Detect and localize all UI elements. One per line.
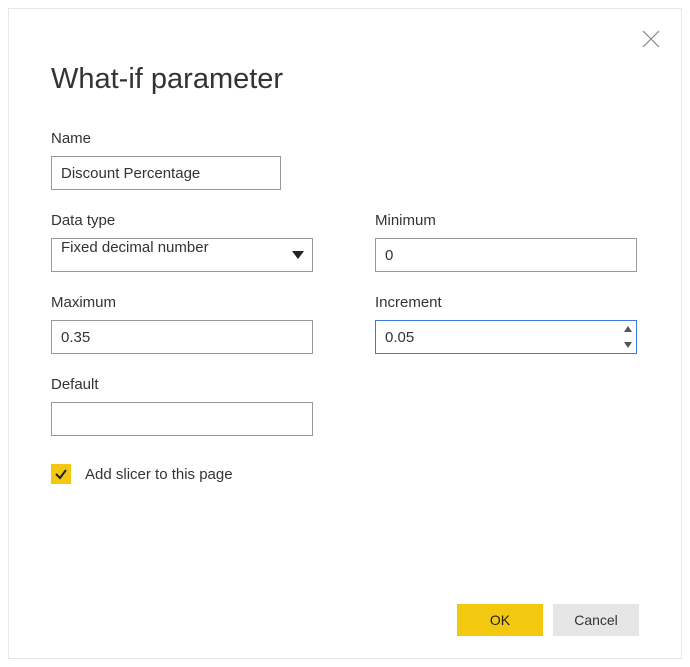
check-icon — [54, 467, 68, 481]
name-field: Name — [51, 130, 313, 190]
default-input[interactable] — [51, 402, 313, 436]
datatype-label: Data type — [51, 212, 313, 229]
maximum-label: Maximum — [51, 294, 313, 311]
increment-label: Increment — [375, 294, 637, 311]
default-label: Default — [51, 376, 313, 393]
name-input[interactable] — [51, 156, 281, 190]
datatype-select[interactable]: Fixed decimal number — [51, 238, 313, 272]
ok-button[interactable]: OK — [457, 604, 543, 636]
add-slicer-checkbox[interactable] — [51, 464, 71, 484]
datatype-field: Data type Fixed decimal number — [51, 212, 313, 272]
dialog-title: What-if parameter — [51, 63, 639, 96]
close-icon — [642, 30, 660, 48]
maximum-input[interactable] — [51, 320, 313, 354]
add-slicer-row: Add slicer to this page — [51, 464, 637, 484]
increment-field: Increment — [375, 294, 637, 354]
cancel-button[interactable]: Cancel — [553, 604, 639, 636]
whatif-parameter-dialog: What-if parameter Name Data type Fixed d… — [8, 8, 682, 659]
close-button[interactable] — [639, 27, 663, 51]
minimum-input[interactable] — [375, 238, 637, 272]
increment-input[interactable] — [375, 320, 637, 354]
default-field: Default — [51, 376, 313, 436]
minimum-field: Minimum — [375, 212, 637, 272]
add-slicer-label: Add slicer to this page — [85, 466, 233, 483]
maximum-field: Maximum — [51, 294, 313, 354]
minimum-label: Minimum — [375, 212, 637, 229]
name-label: Name — [51, 130, 313, 147]
dialog-buttons: OK Cancel — [457, 604, 639, 636]
